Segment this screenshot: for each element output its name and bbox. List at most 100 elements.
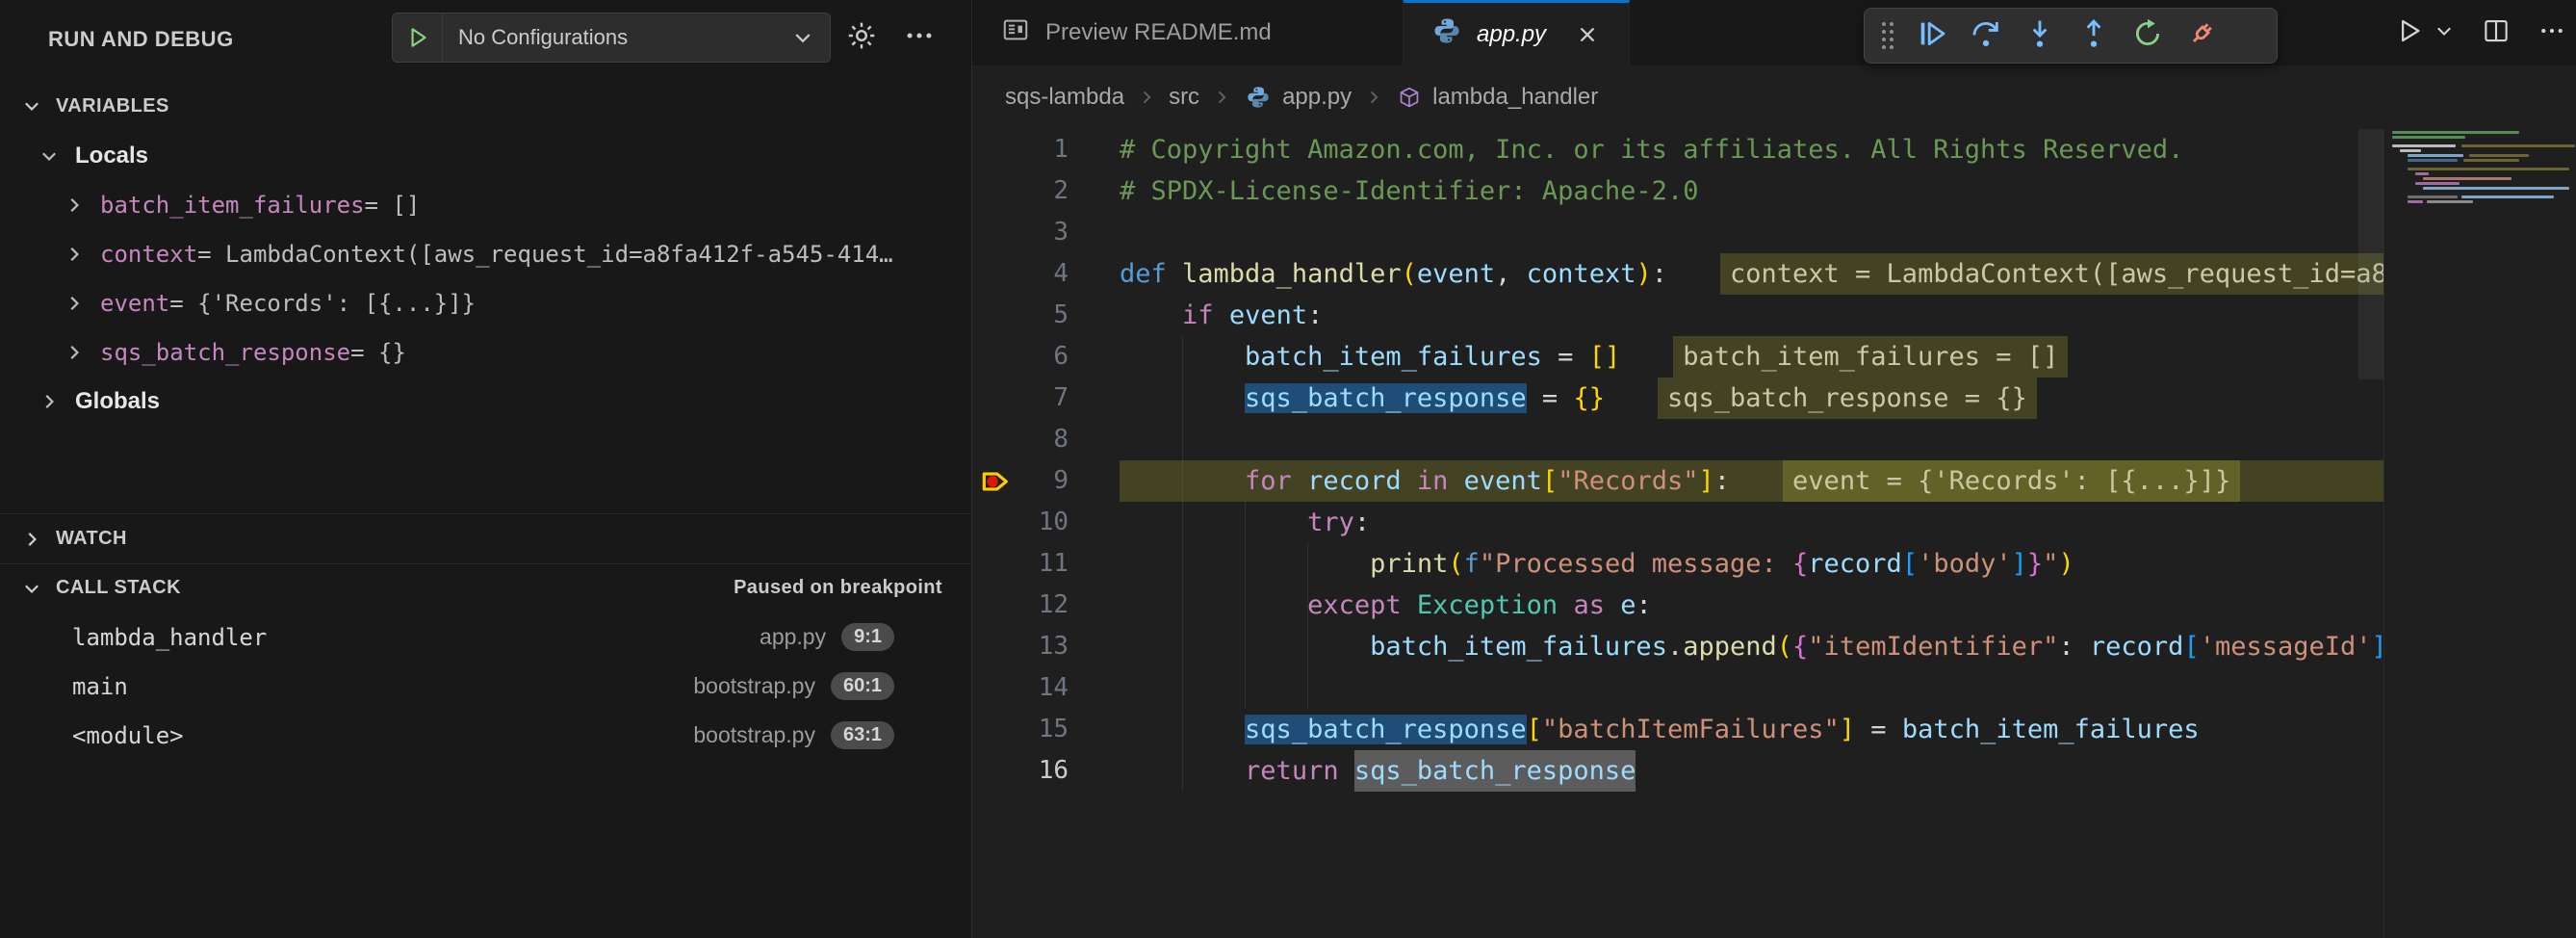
call-stack-frame-row[interactable]: mainbootstrap.py60:1 bbox=[0, 662, 971, 711]
code-line-9[interactable]: 9 for record in event["Records"]:event =… bbox=[972, 460, 2383, 502]
line-content[interactable]: def lambda_handler(event, context):conte… bbox=[1120, 253, 2383, 295]
disconnect-button[interactable] bbox=[2178, 14, 2225, 57]
line-content[interactable]: # SPDX-License-Identifier: Apache-2.0 bbox=[1120, 170, 2383, 212]
more-actions-icon[interactable] bbox=[903, 19, 936, 52]
line-number: 9 bbox=[972, 460, 1069, 502]
line-content[interactable]: except Exception as e: bbox=[1120, 585, 2383, 626]
code-line-15[interactable]: 15 sqs_batch_response["batchItemFailures… bbox=[972, 709, 2383, 750]
minimap[interactable] bbox=[2383, 129, 2576, 938]
code-line-11[interactable]: 11 print(f"Processed message: {record['b… bbox=[972, 543, 2383, 585]
call-stack-frame-row[interactable]: lambda_handlerapp.py9:1 bbox=[0, 612, 971, 662]
scope-label: Locals bbox=[75, 143, 148, 169]
code-token: ( bbox=[1402, 259, 1417, 289]
variables-scope-row[interactable]: Locals bbox=[0, 131, 971, 180]
code-token: print bbox=[1370, 549, 1448, 579]
code-line-6[interactable]: 6 batch_item_failures = []batch_item_fai… bbox=[972, 336, 2383, 378]
code-token bbox=[1120, 715, 1245, 744]
tab-preview-readme-md[interactable]: Preview README.md bbox=[972, 0, 1404, 65]
run-dropdown-button[interactable] bbox=[2434, 20, 2455, 46]
code-token: event bbox=[1417, 259, 1495, 289]
code-token: [ bbox=[1902, 549, 1918, 579]
line-number: 6 bbox=[972, 336, 1069, 378]
code-line-3[interactable]: 3 bbox=[972, 212, 2383, 253]
gear-icon[interactable] bbox=[845, 19, 878, 52]
code-token: "batchItemFailures" bbox=[1542, 715, 1840, 744]
code-line-14[interactable]: 14 bbox=[972, 667, 2383, 709]
step-into-button[interactable] bbox=[2017, 14, 2063, 57]
line-number: 14 bbox=[972, 667, 1069, 709]
code-token bbox=[1120, 466, 1245, 496]
line-content[interactable]: sqs_batch_response = {}sqs_batch_respons… bbox=[1120, 378, 2383, 419]
code-line-13[interactable]: 13 batch_item_failures.append({"itemIden… bbox=[972, 626, 2383, 667]
code-token: = bbox=[1527, 383, 1574, 413]
code-line-10[interactable]: 10 try: bbox=[972, 502, 2383, 543]
breadcrumb-item-src[interactable]: src bbox=[1169, 84, 1199, 111]
breadcrumb-item-lambda-handler[interactable]: lambda_handler bbox=[1396, 84, 1598, 111]
line-content[interactable] bbox=[1120, 212, 2383, 253]
breadcrumb-item-sqs-lambda[interactable]: sqs-lambda bbox=[1005, 84, 1124, 111]
variable-row[interactable]: batch_item_failures = [] bbox=[0, 180, 971, 229]
code-line-4[interactable]: 4def lambda_handler(event, context):cont… bbox=[972, 253, 2383, 295]
variables-scope-row[interactable]: Globals bbox=[0, 377, 971, 426]
code-editor[interactable]: 1# Copyright Amazon.com, Inc. or its aff… bbox=[972, 129, 2576, 938]
minimap-line bbox=[2408, 195, 2458, 198]
continue-button[interactable] bbox=[1909, 14, 1955, 57]
code-token bbox=[1120, 383, 1245, 413]
breadcrumb-item-app-py[interactable]: app.py bbox=[1244, 83, 1352, 112]
tab-app-py[interactable]: app.py bbox=[1404, 0, 1630, 65]
variables-pane-header[interactable]: VARIABLES bbox=[0, 89, 971, 123]
split-editor-button[interactable] bbox=[2482, 16, 2511, 50]
frame-position-badge: 9:1 bbox=[841, 623, 894, 651]
launch-config-dropdown[interactable]: No Configurations bbox=[392, 13, 831, 63]
toolbar-drag-grip-icon[interactable] bbox=[1882, 22, 1893, 49]
line-content[interactable]: # Copyright Amazon.com, Inc. or its affi… bbox=[1120, 129, 2383, 170]
line-content[interactable]: for record in event["Records"]:event = {… bbox=[1120, 460, 2383, 502]
line-content[interactable]: if event: bbox=[1120, 295, 2383, 336]
chevron-collapsed-icon bbox=[64, 293, 85, 314]
line-content[interactable]: try: bbox=[1120, 502, 2383, 543]
more-button[interactable] bbox=[2537, 16, 2566, 50]
code-token: batch_item_failures bbox=[1902, 715, 2200, 744]
chevron-collapsed-icon bbox=[39, 391, 60, 412]
run-button[interactable] bbox=[2395, 16, 2424, 50]
call-stack-frame-row[interactable]: <module>bootstrap.py63:1 bbox=[0, 711, 971, 760]
minimap-line bbox=[2408, 154, 2463, 157]
step-over-button[interactable] bbox=[1963, 14, 2009, 57]
code-token: sqs_batch_response bbox=[1245, 715, 1527, 744]
variable-name: batch_item_failures bbox=[100, 192, 365, 219]
line-content[interactable] bbox=[1120, 667, 2383, 709]
debug-inline-value: batch_item_failures = [] bbox=[1673, 336, 2068, 378]
line-content[interactable]: sqs_batch_response["batchItemFailures"] … bbox=[1120, 709, 2383, 750]
close-icon[interactable] bbox=[1575, 22, 1600, 47]
line-content[interactable]: batch_item_failures.append({"itemIdentif… bbox=[1120, 626, 2383, 667]
code-token: event bbox=[1229, 300, 1307, 330]
code-line-2[interactable]: 2# SPDX-License-Identifier: Apache-2.0 bbox=[972, 170, 2383, 212]
step-out-button[interactable] bbox=[2071, 14, 2117, 57]
code-line-16[interactable]: 16 return sqs_batch_response bbox=[972, 750, 2383, 792]
code-line-7[interactable]: 7 sqs_batch_response = {}sqs_batch_respo… bbox=[972, 378, 2383, 419]
scope-label: Globals bbox=[75, 388, 160, 415]
code-line-5[interactable]: 5 if event: bbox=[972, 295, 2383, 336]
start-debugging-icon[interactable] bbox=[393, 13, 443, 62]
chevron-collapsed-icon bbox=[64, 195, 85, 216]
code-line-1[interactable]: 1# Copyright Amazon.com, Inc. or its aff… bbox=[972, 129, 2383, 170]
variable-row[interactable]: sqs_batch_response = {} bbox=[0, 327, 971, 377]
code-lines[interactable]: 1# Copyright Amazon.com, Inc. or its aff… bbox=[972, 129, 2383, 938]
line-content[interactable]: return sqs_batch_response bbox=[1120, 750, 2383, 792]
code-token: { bbox=[1792, 632, 1808, 662]
restart-button[interactable] bbox=[2125, 14, 2171, 57]
watch-pane-header[interactable]: WATCH bbox=[0, 513, 971, 563]
code-token: ( bbox=[1777, 632, 1792, 662]
run-and-debug-sidebar: RUN AND DEBUG No Configurations bbox=[0, 0, 972, 938]
code-line-8[interactable]: 8 bbox=[972, 419, 2383, 460]
line-content[interactable]: print(f"Processed message: {record['body… bbox=[1120, 543, 2383, 585]
code-token: , bbox=[1495, 259, 1527, 289]
line-content[interactable]: batch_item_failures = []batch_item_failu… bbox=[1120, 336, 2383, 378]
code-token: try bbox=[1307, 508, 1354, 537]
variable-row[interactable]: context = LambdaContext([aws_request_id=… bbox=[0, 229, 971, 278]
code-line-12[interactable]: 12 except Exception as e: bbox=[972, 585, 2383, 626]
line-content[interactable] bbox=[1120, 419, 2383, 460]
variables-tree: Locals batch_item_failures = []context = … bbox=[0, 131, 971, 426]
variable-row[interactable]: event = {'Records': [{...}]} bbox=[0, 278, 971, 327]
call-stack-pane-header[interactable]: CALL STACK Paused on breakpoint bbox=[0, 563, 971, 612]
